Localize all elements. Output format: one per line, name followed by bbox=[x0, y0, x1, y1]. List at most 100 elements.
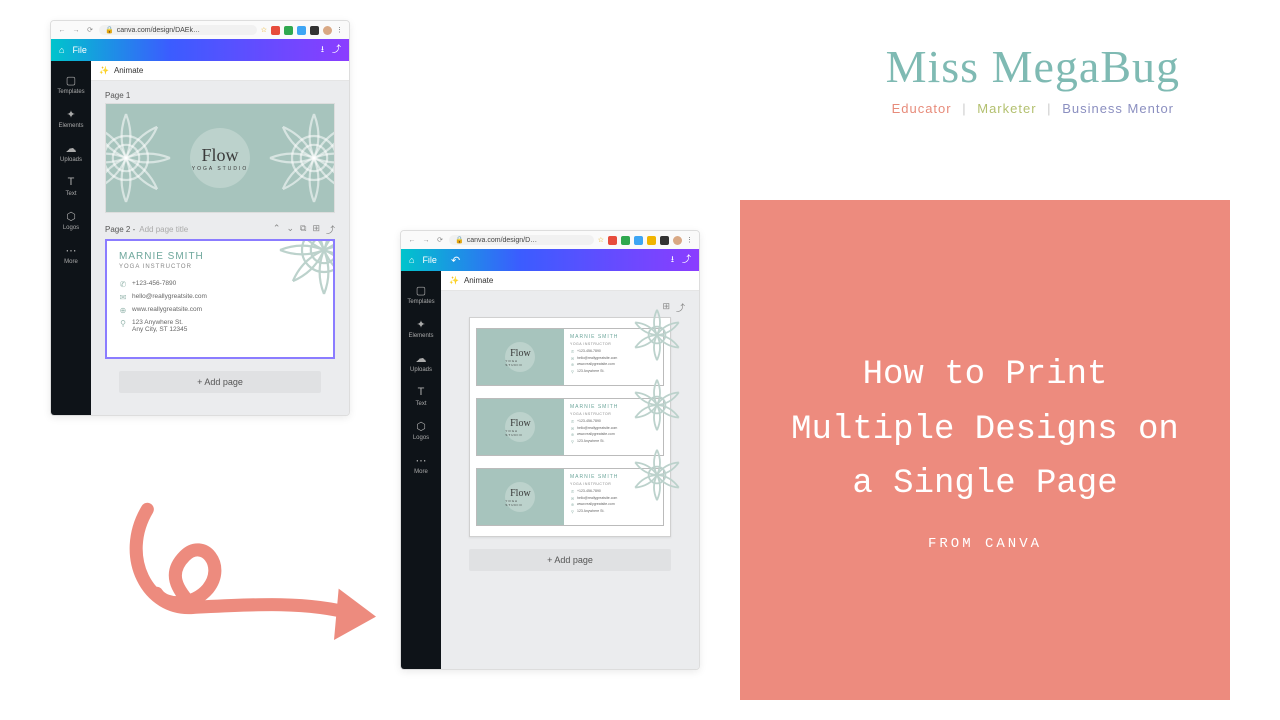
sidebar-item-more[interactable]: ⋯More bbox=[51, 237, 91, 271]
panel-subtitle: FROM CANVA bbox=[928, 536, 1042, 552]
forward-icon[interactable]: → bbox=[421, 235, 431, 245]
menu-icon[interactable]: ⋮ bbox=[686, 236, 693, 244]
contact-web: www.reallygreatsite.com bbox=[577, 432, 615, 436]
pages-column: Page 1 Flow YOGA STUDIO Page 2 - Add pag… bbox=[91, 81, 349, 415]
panel-title: How to Print Multiple Designs on a Singl… bbox=[780, 348, 1190, 511]
contact-addr: 123 Anywhere St. bbox=[577, 439, 604, 443]
logo-text: Flow bbox=[510, 348, 531, 359]
contact-email: hello@reallygreatsite.com bbox=[132, 293, 207, 300]
sidebar-item-uploads[interactable]: ☁Uploads bbox=[51, 135, 91, 169]
sidebar-item-more[interactable]: ⋯More bbox=[401, 447, 441, 481]
logo-text: Flow bbox=[510, 488, 531, 499]
sidebar-item-elements[interactable]: ✦Elements bbox=[51, 101, 91, 135]
page-title-hint[interactable]: Add page title bbox=[139, 225, 188, 234]
add-page-button[interactable]: + Add page bbox=[119, 371, 321, 393]
web-icon: ⊕ bbox=[570, 362, 575, 367]
extension-icon[interactable] bbox=[660, 236, 669, 245]
share-icon[interactable]: ⤴ bbox=[332, 42, 341, 58]
back-icon[interactable]: ← bbox=[57, 25, 67, 35]
copy-icon[interactable]: ⧉ bbox=[300, 223, 306, 236]
export-icon[interactable]: ⤴ bbox=[326, 223, 335, 236]
mandala-icon bbox=[627, 445, 687, 510]
avatar-icon[interactable] bbox=[673, 236, 682, 245]
contact-web: www.reallygreatsite.com bbox=[577, 362, 615, 366]
share-icon[interactable]: ⤴ bbox=[682, 252, 691, 268]
mail-icon: ✉ bbox=[570, 356, 575, 361]
mandala-icon bbox=[105, 103, 181, 213]
uploads-icon: ☁ bbox=[414, 351, 428, 365]
sidebar-label: Elements bbox=[408, 333, 433, 339]
extension-icon[interactable] bbox=[621, 236, 630, 245]
mandala-icon bbox=[269, 239, 335, 310]
sidebar-item-elements[interactable]: ✦Elements bbox=[401, 311, 441, 345]
duplicate-icon[interactable]: ⊞ bbox=[312, 223, 320, 236]
extension-icon[interactable] bbox=[284, 26, 293, 35]
contact-web: www.reallygreatsite.com bbox=[132, 306, 202, 313]
home-icon[interactable]: ⌂ bbox=[59, 45, 64, 55]
business-card-back[interactable]: MARNIE SMITH YOGA INSTRUCTOR ✆+123-456-7… bbox=[105, 239, 335, 359]
extension-icon[interactable] bbox=[297, 26, 306, 35]
extension-icon[interactable] bbox=[608, 236, 617, 245]
sidebar-label: More bbox=[414, 469, 428, 475]
sidebar-item-templates[interactable]: ▢Templates bbox=[401, 277, 441, 311]
animate-button[interactable]: Animate bbox=[114, 66, 143, 75]
avatar-icon[interactable] bbox=[323, 26, 332, 35]
move-up-icon[interactable]: ⌃ bbox=[273, 223, 281, 236]
sidebar-item-logos[interactable]: ⬡Logos bbox=[51, 203, 91, 237]
download-icon[interactable]: ⭳ bbox=[321, 42, 324, 58]
brand-block: Miss MegaBug Educator | Marketer | Busin… bbox=[886, 40, 1180, 116]
tag-mentor: Business Mentor bbox=[1062, 101, 1174, 116]
reload-icon[interactable]: ⟳ bbox=[85, 25, 95, 35]
contact-phone: +123-456-7890 bbox=[577, 349, 601, 353]
lock-icon: 🔒 bbox=[455, 236, 464, 244]
sidebar-item-uploads[interactable]: ☁ Uploads bbox=[401, 345, 441, 379]
animate-button[interactable]: Animate bbox=[464, 276, 493, 285]
sidebar-label: Text bbox=[415, 401, 426, 407]
extension-icon[interactable] bbox=[647, 236, 656, 245]
card-front-thumb: FlowYOGA STUDIO bbox=[477, 469, 564, 525]
logos-icon: ⬡ bbox=[414, 419, 428, 433]
address-bar[interactable]: 🔒 canva.com/design/DAEk… bbox=[99, 25, 257, 35]
forward-icon[interactable]: → bbox=[71, 25, 81, 35]
contact-email: hello@reallygreatsite.com bbox=[577, 496, 617, 500]
add-page-button[interactable]: + Add page bbox=[469, 549, 671, 571]
extension-icon[interactable] bbox=[271, 26, 280, 35]
canva-sidebar: ▢Templates ✦Elements ☁Uploads TText ⬡Log… bbox=[51, 61, 91, 415]
canva-body: ▢Templates ✦Elements ☁Uploads TText ⬡Log… bbox=[51, 61, 349, 415]
back-icon[interactable]: ← bbox=[407, 235, 417, 245]
page-tools: ⌃ ⌄ ⧉ ⊞ ⤴ bbox=[273, 223, 335, 236]
sidebar-item-text[interactable]: TText bbox=[51, 169, 91, 203]
extension-icon[interactable] bbox=[310, 26, 319, 35]
pin-icon: ⚲ bbox=[570, 509, 575, 514]
toolbar: ✨ Animate bbox=[91, 61, 349, 81]
file-menu[interactable]: File bbox=[72, 45, 87, 55]
reload-icon[interactable]: ⟳ bbox=[435, 235, 445, 245]
phone-icon: ✆ bbox=[570, 349, 575, 354]
star-icon[interactable]: ☆ bbox=[598, 236, 604, 244]
url-text: canva.com/design/D… bbox=[467, 237, 537, 244]
card-pair: FlowYOGA STUDIO MARNIE SMITHYOGA INSTRUC… bbox=[476, 468, 664, 526]
download-icon[interactable]: ⭳ bbox=[671, 252, 674, 268]
sidebar-label: Text bbox=[65, 191, 76, 197]
contact-phone: +123-456-7890 bbox=[577, 489, 601, 493]
sidebar-item-templates[interactable]: ▢Templates bbox=[51, 67, 91, 101]
extension-icon[interactable] bbox=[634, 236, 643, 245]
move-down-icon[interactable]: ⌄ bbox=[286, 223, 294, 236]
phone-icon: ✆ bbox=[119, 280, 127, 289]
address-bar[interactable]: 🔒 canva.com/design/D… bbox=[449, 235, 594, 245]
sidebar-item-logos[interactable]: ⬡Logos bbox=[401, 413, 441, 447]
letter-page[interactable]: FlowYOGA STUDIO MARNIE SMITH YOGA INSTRU… bbox=[469, 317, 671, 537]
url-text: canva.com/design/DAEk… bbox=[117, 27, 200, 34]
sidebar-label: Uploads bbox=[410, 367, 432, 373]
menu-icon[interactable]: ⋮ bbox=[336, 26, 343, 34]
web-icon: ⊕ bbox=[570, 502, 575, 507]
undo-icon[interactable]: ↶ bbox=[451, 254, 460, 267]
canva-header: ⌂ File ↶ ⭳ ⤴ bbox=[401, 249, 699, 271]
business-card-front[interactable]: Flow YOGA STUDIO bbox=[105, 103, 335, 213]
uploads-icon: ☁ bbox=[64, 141, 78, 155]
sidebar-label: Templates bbox=[57, 89, 84, 95]
sidebar-item-text[interactable]: TText bbox=[401, 379, 441, 413]
home-icon[interactable]: ⌂ bbox=[409, 255, 414, 265]
star-icon[interactable]: ☆ bbox=[261, 26, 267, 34]
file-menu[interactable]: File bbox=[422, 255, 437, 265]
